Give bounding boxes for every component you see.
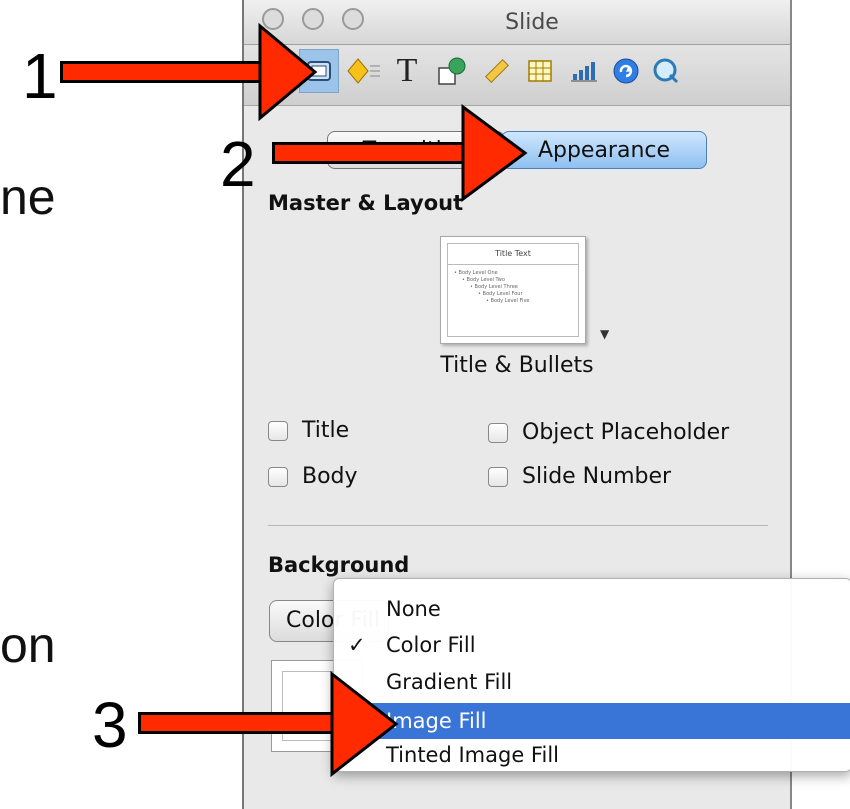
menu-item-color-fill[interactable]: ✓ Color Fill — [334, 627, 850, 663]
checkbox-box[interactable] — [488, 422, 508, 443]
master-layout-thumbnail[interactable]: Title Text • Body Level One • Body Level… — [440, 236, 586, 344]
menu-item-tinted-image-fill[interactable]: Tinted Image Fill — [334, 737, 850, 773]
window-title: Slide — [505, 10, 559, 35]
metrics-icon[interactable] — [476, 49, 516, 93]
menu-item-label: Gradient Fill — [386, 670, 513, 694]
checkmark-icon: ✓ — [348, 633, 366, 657]
menu-item-image-fill[interactable]: Image Fill — [334, 703, 850, 739]
text-icon[interactable]: T — [387, 49, 427, 93]
arrow-3-head-icon — [330, 670, 399, 778]
checkbox-box[interactable] — [268, 420, 288, 441]
callout-arrow-shaft — [60, 61, 270, 83]
checkbox-box[interactable] — [488, 466, 508, 487]
callout-number-3: 3 — [92, 689, 128, 761]
menu-item-gradient-fill[interactable]: Gradient Fill — [334, 664, 850, 700]
quicktime-icon[interactable] — [646, 49, 686, 93]
transition-icon[interactable] — [344, 49, 384, 93]
section-divider — [268, 525, 768, 526]
slide-text-fragment: on — [0, 617, 56, 673]
layout-name: Title & Bullets — [440, 353, 594, 378]
menu-item-none[interactable]: None — [334, 591, 850, 627]
graphic-icon[interactable] — [432, 49, 472, 93]
thumbnail-bullet: • Body Level Five — [486, 298, 530, 304]
body-checkbox[interactable]: Body — [268, 464, 358, 489]
thumbnail-bullet: • Body Level Two — [462, 277, 505, 283]
callout-number-2: 2 — [220, 128, 256, 200]
slide-number-checkbox-label: Slide Number — [522, 464, 672, 489]
table-icon[interactable] — [520, 49, 560, 93]
menu-item-label: Tinted Image Fill — [386, 743, 559, 767]
inspector-toolbar: T — [244, 45, 790, 106]
slide-number-checkbox[interactable]: Slide Number — [488, 464, 671, 489]
object-placeholder-checkbox-label: Object Placeholder — [522, 420, 730, 445]
fill-type-menu: None ✓ Color Fill Gradient Fill Image Fi… — [333, 578, 850, 772]
arrow-2-head-icon — [461, 104, 528, 202]
master-layout-heading: Master & Layout — [268, 191, 464, 215]
callout-arrow-shaft — [138, 712, 343, 734]
thumbnail-bullet: • Body Level Three — [470, 284, 518, 290]
title-bar: Slide — [244, 0, 790, 45]
background-heading: Background — [268, 553, 410, 577]
thumbnail-bullet: • Body Level One — [454, 270, 498, 276]
thumbnail-title: Title Text — [448, 244, 578, 265]
thumbnail-bullet: • Body Level Four — [478, 291, 523, 297]
callout-arrow-shaft — [272, 142, 477, 164]
chart-icon[interactable] — [564, 49, 604, 93]
object-placeholder-checkbox[interactable]: Object Placeholder — [488, 420, 729, 445]
callout-number-1: 1 — [22, 40, 58, 112]
body-checkbox-label: Body — [302, 464, 358, 489]
hyperlink-icon[interactable] — [606, 49, 646, 93]
title-checkbox[interactable]: Title — [268, 418, 349, 443]
title-checkbox-label: Title — [302, 418, 350, 443]
arrow-1-head-icon — [258, 22, 318, 122]
checkbox-box[interactable] — [268, 466, 288, 487]
menu-item-label: None — [386, 597, 441, 621]
menu-item-label: Color Fill — [386, 633, 476, 657]
slide-text-fragment: ne — [0, 169, 56, 225]
chevron-down-icon[interactable]: ▼ — [600, 327, 609, 341]
